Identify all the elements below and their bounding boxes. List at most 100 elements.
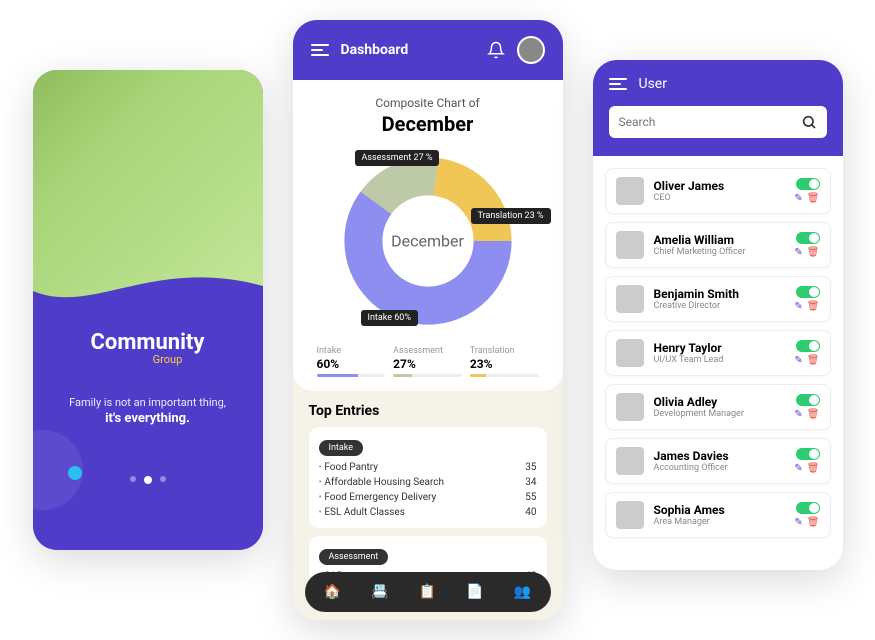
legend-item: Translation 23% [466, 346, 543, 377]
delete-icon[interactable]: 🗑 [807, 193, 820, 204]
user-name: Sophia Ames [654, 503, 785, 517]
entry-value: 35 [525, 462, 536, 473]
user-name: Oliver James [654, 179, 785, 193]
entry-row: Food Emergency Delivery55 [319, 490, 537, 505]
entry-value: 40 [525, 507, 536, 518]
edit-icon[interactable]: ✎ [794, 193, 802, 204]
edit-icon[interactable]: ✎ [794, 301, 802, 312]
chart-legend: Intake 60% Assessment 27% Translation 23… [305, 346, 551, 377]
toggle-switch[interactable] [796, 286, 820, 298]
avatar [616, 285, 644, 313]
bell-icon[interactable] [487, 41, 505, 59]
entry-name: ESL Adult Classes [319, 507, 405, 518]
avatar [616, 231, 644, 259]
edit-icon[interactable]: ✎ [794, 247, 802, 258]
user-role: UI/UX Team Lead [654, 355, 785, 365]
user-card[interactable]: Oliver James CEO ✎ 🗑 [605, 168, 831, 214]
dot[interactable] [160, 476, 166, 482]
logo-text: Community [53, 330, 243, 355]
user-name: Amelia William [654, 233, 785, 247]
entry-card: Intake Food Pantry 35 Affordable Housing S… [309, 427, 547, 528]
toggle-switch[interactable] [796, 340, 820, 352]
edit-icon[interactable]: ✎ [794, 409, 802, 420]
hero-image [33, 70, 263, 310]
user-name: Henry Taylor [654, 341, 785, 355]
menu-icon[interactable] [609, 78, 627, 90]
nav-notes-icon[interactable]: 📋 [418, 582, 438, 602]
edit-icon[interactable]: ✎ [794, 355, 802, 366]
chip-assessment: Assessment 27 % [355, 150, 440, 166]
tagline-1: Family is not an important thing, [53, 396, 243, 409]
donut-chart: December Assessment 27 % Translation 23 … [333, 146, 523, 336]
entry-chip: Assessment [319, 549, 389, 565]
delete-icon[interactable]: 🗑 [807, 247, 820, 258]
user-name: Olivia Adley [654, 395, 785, 409]
search-box[interactable] [609, 106, 827, 138]
page-title: Dashboard [341, 42, 475, 58]
chart-month: December [305, 112, 551, 136]
entry-name: Food Pantry [319, 462, 379, 473]
chart-title: Composite Chart of [305, 96, 551, 110]
toggle-switch[interactable] [796, 448, 820, 460]
entry-value: 34 [525, 477, 536, 488]
delete-icon[interactable]: 🗑 [807, 463, 820, 474]
users-screen: User Oliver James CEO ✎ 🗑 Amelia Willia [593, 60, 843, 570]
toggle-switch[interactable] [796, 502, 820, 514]
user-name: James Davies [654, 449, 785, 463]
edit-icon[interactable]: ✎ [794, 517, 802, 528]
dot-active[interactable] [144, 476, 152, 484]
chip-translation: Translation 23 % [471, 208, 551, 224]
legend-label: Assessment [393, 346, 462, 356]
toggle-switch[interactable] [796, 232, 820, 244]
nav-calendar-icon[interactable]: 📇 [370, 582, 390, 602]
delete-icon[interactable]: 🗑 [807, 517, 820, 528]
legend-label: Intake [317, 346, 386, 356]
avatar [616, 501, 644, 529]
nav-users-icon[interactable]: 👥 [513, 582, 533, 602]
delete-icon[interactable]: 🗑 [807, 301, 820, 312]
user-card[interactable]: Benjamin Smith Creative Director ✎ 🗑 [605, 276, 831, 322]
users-header: User [593, 60, 843, 156]
user-list: Oliver James CEO ✎ 🗑 Amelia William Chie… [593, 156, 843, 558]
menu-icon[interactable] [311, 44, 329, 56]
user-card[interactable]: Sophia Ames Area Manager ✎ 🗑 [605, 492, 831, 538]
user-card[interactable]: Amelia William Chief Marketing Officer ✎… [605, 222, 831, 268]
dot[interactable] [130, 476, 136, 482]
avatar [616, 339, 644, 367]
avatar [616, 447, 644, 475]
avatar[interactable] [517, 36, 545, 64]
dashboard-screen: Dashboard Composite Chart of December De… [293, 20, 563, 620]
decorative-circle [68, 466, 82, 480]
chip-intake: Intake 60% [361, 310, 418, 326]
user-role: CEO [654, 193, 785, 203]
entry-chip: Intake [319, 440, 364, 456]
delete-icon[interactable]: 🗑 [807, 355, 820, 366]
user-role: Creative Director [654, 301, 785, 311]
entry-name: Affordable Housing Search [319, 477, 445, 488]
toggle-switch[interactable] [796, 178, 820, 190]
user-card[interactable]: Henry Taylor UI/UX Team Lead ✎ 🗑 [605, 330, 831, 376]
chart-card: Composite Chart of December December Ass… [293, 80, 563, 391]
delete-icon[interactable]: 🗑 [807, 409, 820, 420]
entry-row: Affordable Housing Search 34 [319, 475, 537, 490]
entry-value: 55 [525, 492, 536, 503]
avatar [616, 393, 644, 421]
dashboard-header: Dashboard [293, 20, 563, 80]
nav-home-icon[interactable]: 🏠 [323, 582, 343, 602]
legend-value: 27% [393, 357, 462, 371]
search-input[interactable] [619, 115, 801, 129]
nav-doc-icon[interactable]: 📄 [465, 582, 485, 602]
user-role: Area Manager [654, 517, 785, 527]
user-card[interactable]: James Davies Accounting Officer ✎ 🗑 [605, 438, 831, 484]
user-card[interactable]: Olivia Adley Development Manager ✎ 🗑 [605, 384, 831, 430]
bottom-nav: 🏠 📇 📋 📄 👥 [305, 572, 551, 612]
tagline-2: it's everything. [53, 411, 243, 426]
toggle-switch[interactable] [796, 394, 820, 406]
onboarding-screen: Community Group Family is not an importa… [33, 70, 263, 550]
legend-item: Assessment 27% [389, 346, 466, 377]
legend-value: 60% [317, 357, 386, 371]
search-icon[interactable] [801, 114, 817, 130]
logo-subtext: Group [93, 353, 243, 366]
edit-icon[interactable]: ✎ [794, 463, 802, 474]
legend-value: 23% [470, 357, 539, 371]
